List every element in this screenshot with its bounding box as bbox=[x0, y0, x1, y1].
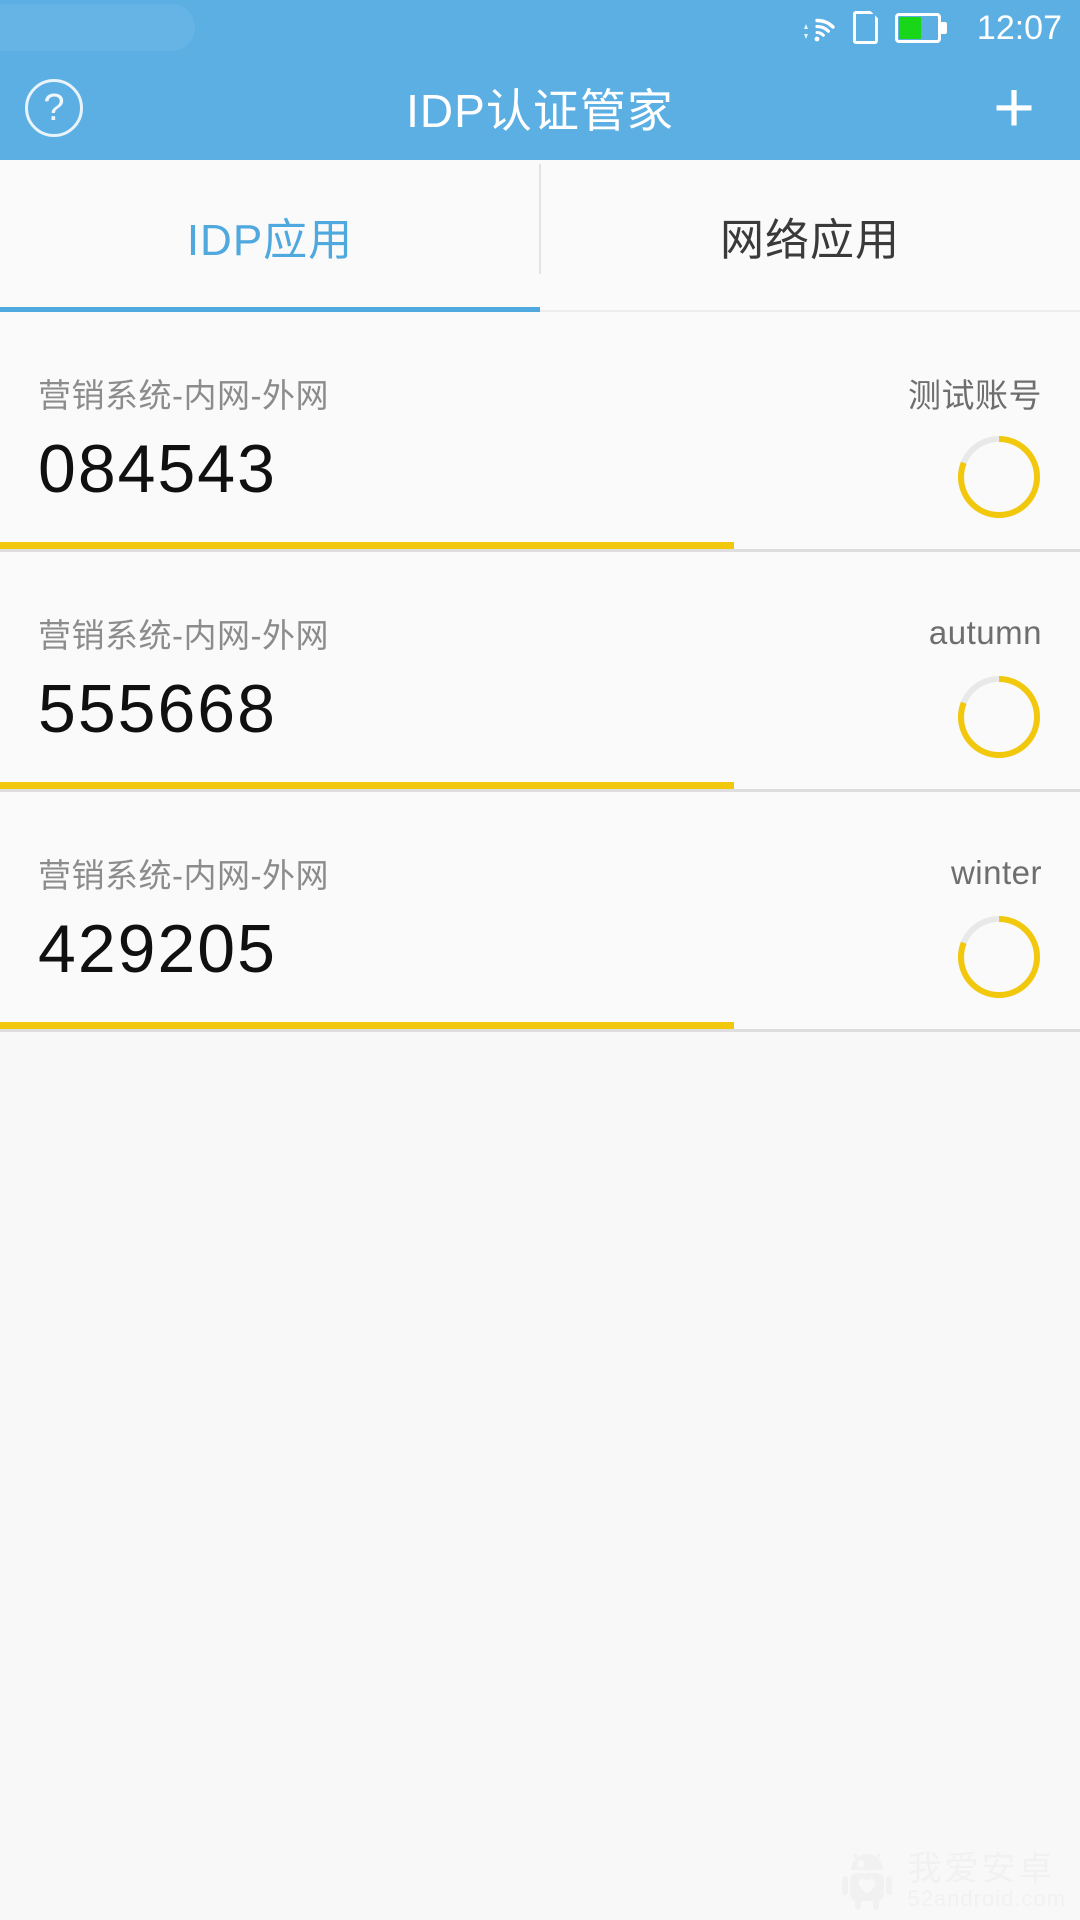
item-divider bbox=[0, 542, 1080, 552]
tab-idp-apps-label: IDP应用 bbox=[186, 216, 354, 265]
list-item-label: 营销系统-内网-外网 bbox=[38, 377, 329, 414]
help-icon[interactable]: ? bbox=[25, 78, 83, 137]
list-item[interactable]: 营销系统-内网-外网 winter 429205 bbox=[0, 792, 1080, 1022]
add-icon-glyph: + bbox=[992, 67, 1036, 148]
app-root: 12:07 ? IDP认证管家 + IDP应用 网络应用 营销系统-内网-外网 … bbox=[0, 0, 1080, 1920]
list-item-account: 测试账号 bbox=[908, 377, 1042, 414]
status-bar-icons: 12:07 bbox=[798, 11, 1062, 45]
item-divider bbox=[0, 782, 1080, 792]
list-item[interactable]: 营销系统-内网-外网 测试账号 084543 bbox=[0, 312, 1080, 542]
otp-code[interactable]: 429205 bbox=[38, 912, 277, 987]
tab-idp-apps[interactable]: IDP应用 bbox=[0, 160, 540, 312]
list-item-account: autumn bbox=[928, 614, 1042, 651]
app-header: ? IDP认证管家 + bbox=[0, 55, 1080, 160]
empty-list-area bbox=[0, 1042, 1080, 1920]
add-icon[interactable]: + bbox=[984, 72, 1044, 144]
status-bar-notification-area bbox=[0, 4, 195, 51]
countdown-ring-icon bbox=[956, 674, 1042, 760]
sim-card-icon bbox=[853, 11, 878, 44]
watermark-url: 52android.com bbox=[907, 1886, 1066, 1911]
tab-bar: IDP应用 网络应用 bbox=[0, 160, 1080, 312]
item-divider bbox=[0, 1022, 1080, 1032]
list-item-header: 营销系统-内网-外网 autumn bbox=[0, 610, 1080, 656]
list-item-label: 营销系统-内网-外网 bbox=[38, 857, 329, 894]
list-item-header: 营销系统-内网-外网 测试账号 bbox=[0, 370, 1080, 416]
help-icon-glyph: ? bbox=[43, 86, 65, 129]
otp-code[interactable]: 084543 bbox=[38, 432, 277, 507]
otp-list: 营销系统-内网-外网 测试账号 084543 营销系统-内网-外网 autumn… bbox=[0, 312, 1080, 1032]
watermark-text: 我爱安卓 52android.com bbox=[907, 1852, 1066, 1910]
list-item-header: 营销系统-内网-外网 winter bbox=[0, 850, 1080, 896]
android-robot-icon bbox=[841, 1850, 893, 1912]
watermark-brand: 我爱安卓 bbox=[907, 1850, 1056, 1888]
countdown-ring-icon bbox=[956, 434, 1042, 520]
wifi-icon bbox=[798, 13, 836, 43]
page-title: IDP认证管家 bbox=[406, 84, 674, 137]
tab-network-apps[interactable]: 网络应用 bbox=[540, 160, 1080, 312]
status-bar-clock: 12:07 bbox=[976, 8, 1062, 47]
watermark: 我爱安卓 52android.com bbox=[841, 1850, 1066, 1912]
countdown-ring-icon bbox=[956, 914, 1042, 1000]
otp-code[interactable]: 555668 bbox=[38, 672, 277, 747]
list-item-label: 营销系统-内网-外网 bbox=[38, 617, 329, 654]
tab-network-apps-label: 网络应用 bbox=[720, 216, 900, 265]
list-item-account: winter bbox=[950, 854, 1042, 891]
status-bar: 12:07 bbox=[0, 0, 1080, 55]
battery-icon bbox=[894, 12, 947, 43]
list-item[interactable]: 营销系统-内网-外网 autumn 555668 bbox=[0, 552, 1080, 782]
